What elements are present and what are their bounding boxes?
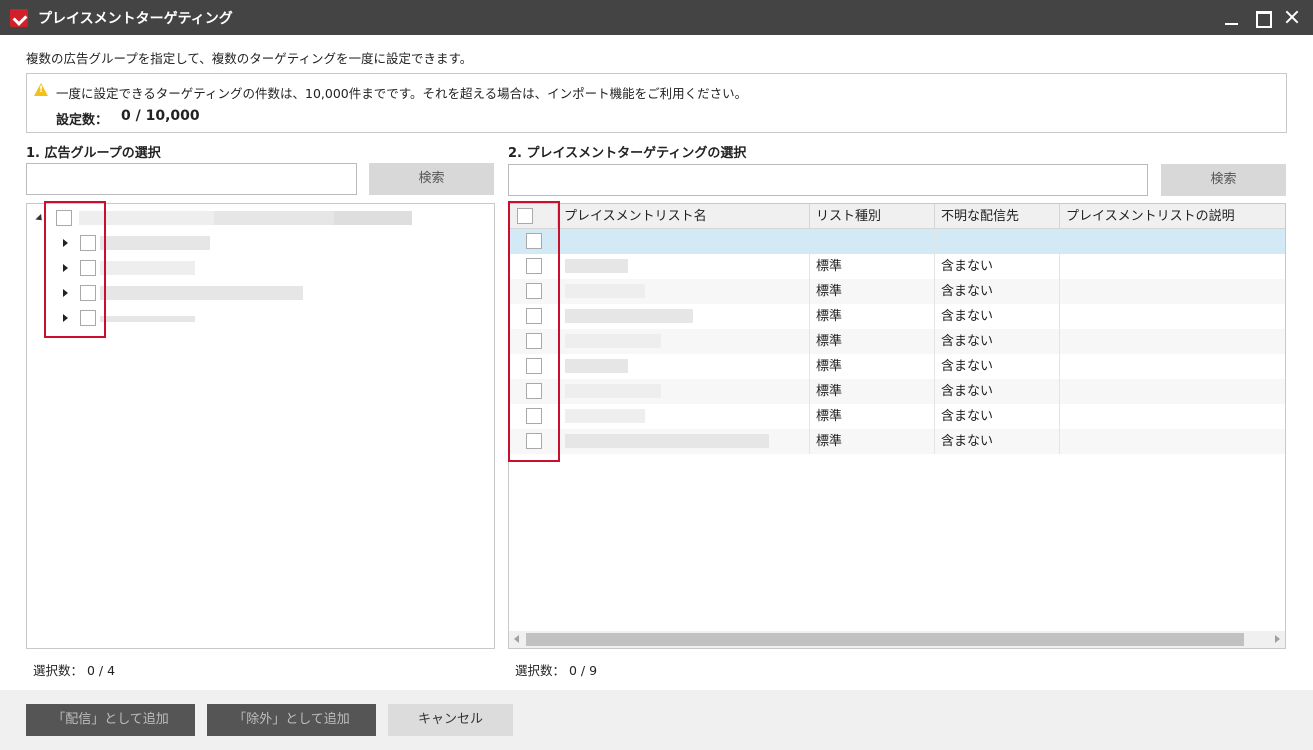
table-row[interactable]: 標準 含まない xyxy=(509,279,1285,304)
redacted-text xyxy=(565,284,645,298)
unknown-destination-cell: 含まない xyxy=(934,279,1059,304)
footer-bar: 「配信」として追加 「除外」として追加 キャンセル xyxy=(0,690,1313,750)
list-type-cell: 標準 xyxy=(809,429,934,454)
table-row[interactable] xyxy=(509,229,1285,254)
table-row[interactable]: 標準 含まない xyxy=(509,354,1285,379)
description-cell xyxy=(1059,279,1285,304)
placement-search-input[interactable] xyxy=(508,164,1148,196)
description-cell xyxy=(1059,354,1285,379)
redacted-text xyxy=(565,409,645,423)
ad-group-search-button[interactable]: 検索 xyxy=(369,163,494,195)
list-type-cell: 標準 xyxy=(809,254,934,279)
list-type-cell: 標準 xyxy=(809,279,934,304)
horizontal-scrollbar[interactable] xyxy=(509,631,1285,648)
redacted-text xyxy=(565,309,693,323)
checkbox-highlight-frame xyxy=(508,201,560,462)
unknown-destination-cell: 含まない xyxy=(934,329,1059,354)
description-cell xyxy=(1059,329,1285,354)
table-row[interactable]: 標準 含まない xyxy=(509,404,1285,429)
list-type-cell: 標準 xyxy=(809,329,934,354)
table-row[interactable]: 標準 含まない xyxy=(509,254,1285,279)
column-header-list-type[interactable]: リスト種別 xyxy=(809,204,934,229)
redacted-text xyxy=(100,316,195,322)
window-title: プレイスメントターゲティング xyxy=(38,11,233,27)
unknown-destination-cell: 含まない xyxy=(934,429,1059,454)
ad-group-section-title: 1. 広告グループの選択 xyxy=(26,146,161,161)
list-type-cell: 標準 xyxy=(809,379,934,404)
description-text: 複数の広告グループを指定して、複数のターゲティングを一度に設定できます。 xyxy=(26,51,473,66)
app-logo-icon xyxy=(10,9,28,27)
list-type-cell: 標準 xyxy=(809,404,934,429)
setting-count-value: 0 / 10,000 xyxy=(121,108,200,124)
title-bar: プレイスメントターゲティング xyxy=(0,0,1313,35)
list-type-cell xyxy=(809,229,934,254)
placement-section-title: 2. プレイスメントターゲティングの選択 xyxy=(508,146,747,161)
minimize-icon[interactable] xyxy=(1220,6,1244,28)
add-as-delivery-button[interactable]: 「配信」として追加 xyxy=(26,704,195,736)
placement-search-button[interactable]: 検索 xyxy=(1161,164,1286,196)
add-as-exclusion-button[interactable]: 「除外」として追加 xyxy=(207,704,376,736)
unknown-destination-cell: 含まない xyxy=(934,404,1059,429)
warning-icon xyxy=(34,83,48,96)
close-icon[interactable] xyxy=(1280,6,1304,28)
unknown-destination-cell: 含まない xyxy=(934,304,1059,329)
scroll-left-icon[interactable] xyxy=(514,635,519,643)
table-row[interactable]: 標準 含まない xyxy=(509,329,1285,354)
description-cell xyxy=(1059,254,1285,279)
description-cell xyxy=(1059,404,1285,429)
redacted-text xyxy=(100,261,195,275)
table-row[interactable]: 標準 含まない xyxy=(509,429,1285,454)
redacted-text xyxy=(565,259,628,273)
unknown-destination-cell xyxy=(934,229,1059,254)
setting-count-label: 設定数： xyxy=(56,113,109,128)
notice-text: 一度に設定できるターゲティングの件数は、10,000件までです。それを超える場合… xyxy=(56,86,748,101)
redacted-text xyxy=(100,236,210,250)
redacted-text xyxy=(100,286,303,300)
checkbox-highlight-frame xyxy=(44,201,106,338)
redacted-text xyxy=(214,211,334,225)
placement-selection-count: 選択数： 0 / 9 xyxy=(515,663,598,678)
list-type-cell: 標準 xyxy=(809,304,934,329)
unknown-destination-cell: 含まない xyxy=(934,379,1059,404)
description-cell xyxy=(1059,229,1285,254)
column-header-description[interactable]: プレイスメントリストの説明 xyxy=(1059,204,1285,229)
ad-group-selection-count: 選択数： 0 / 4 xyxy=(33,663,116,678)
table-row[interactable]: 標準 含まない xyxy=(509,379,1285,404)
redacted-text xyxy=(565,434,769,448)
description-cell xyxy=(1059,379,1285,404)
notice-box: 一度に設定できるターゲティングの件数は、10,000件までです。それを超える場合… xyxy=(26,73,1287,133)
grid-header: プレイスメントリスト名 リスト種別 不明な配信先 プレイスメントリストの説明 xyxy=(509,204,1285,229)
placement-grid: プレイスメントリスト名 リスト種別 不明な配信先 プレイスメントリストの説明 標… xyxy=(508,203,1286,649)
cancel-button[interactable]: キャンセル xyxy=(388,704,513,736)
table-row[interactable]: 標準 含まない xyxy=(509,304,1285,329)
column-header-list-name[interactable]: プレイスメントリスト名 xyxy=(557,204,809,229)
unknown-destination-cell: 含まない xyxy=(934,254,1059,279)
unknown-destination-cell: 含まない xyxy=(934,354,1059,379)
redacted-text xyxy=(565,359,628,373)
redacted-text xyxy=(334,211,412,225)
redacted-text xyxy=(565,384,661,398)
scrollbar-thumb[interactable] xyxy=(526,633,1244,646)
ad-group-search-input[interactable] xyxy=(26,163,357,195)
list-type-cell: 標準 xyxy=(809,354,934,379)
maximize-icon[interactable] xyxy=(1250,6,1274,28)
column-header-unknown-destination[interactable]: 不明な配信先 xyxy=(934,204,1059,229)
description-cell xyxy=(1059,429,1285,454)
scroll-right-icon[interactable] xyxy=(1275,635,1280,643)
redacted-text xyxy=(565,334,661,348)
description-cell xyxy=(1059,304,1285,329)
